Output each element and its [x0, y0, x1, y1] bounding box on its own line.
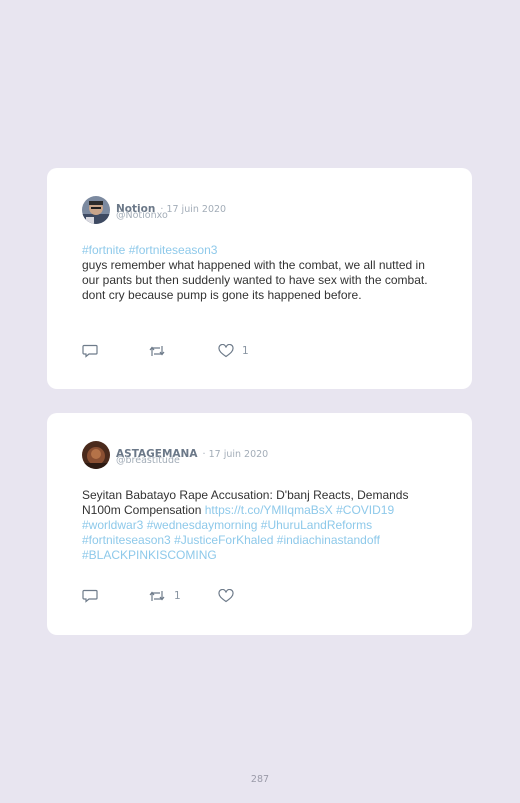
tweet-date[interactable]: · 17 juin 2020	[203, 449, 269, 460]
like-count: 1	[242, 345, 249, 357]
heart-icon	[218, 344, 234, 358]
like-button[interactable]	[218, 589, 242, 603]
retweet-icon	[149, 591, 165, 601]
heart-icon	[218, 589, 234, 603]
retweet-button[interactable]	[148, 344, 174, 358]
author-handle[interactable]: @Notionxo	[116, 210, 168, 221]
tweet-card: ASTAGEMANA · 17 juin 2020 @breastitude S…	[47, 413, 472, 635]
retweet-button[interactable]: 1	[148, 589, 181, 603]
avatar[interactable]	[82, 441, 110, 469]
retweet-icon	[149, 346, 165, 356]
reply-button[interactable]	[82, 344, 98, 358]
avatar[interactable]	[82, 196, 110, 224]
tweet-body: guys remember what happened with the com…	[82, 258, 428, 302]
reply-icon	[82, 589, 98, 603]
author-handle[interactable]: @breastitude	[116, 455, 180, 466]
tweet-date[interactable]: · 17 juin 2020	[160, 204, 226, 215]
tweet-link[interactable]: https://t.co/YMlIqmaBsX	[205, 503, 333, 517]
tweet-text: #fortnite #fortniteseason3 guys remember…	[82, 243, 432, 303]
tweet-card: Notion · 17 juin 2020 @Notionxo #fortnit…	[47, 168, 472, 389]
reply-button[interactable]	[82, 589, 98, 603]
page-number: 287	[250, 774, 270, 785]
like-button[interactable]: 1	[218, 344, 249, 358]
retweet-count: 1	[174, 590, 181, 602]
reply-icon	[82, 344, 98, 358]
tweet-text: Seyitan Babatayo Rape Accusation: D'banj…	[82, 488, 432, 563]
hashtag-links[interactable]: #fortnite #fortniteseason3	[82, 243, 217, 257]
